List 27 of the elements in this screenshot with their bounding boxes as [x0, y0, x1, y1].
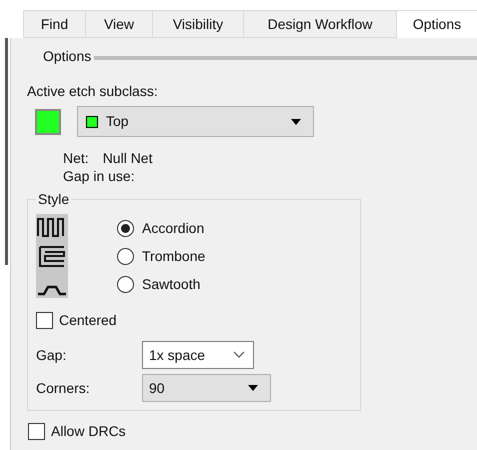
radio-button[interactable]: Trombone: [117, 246, 206, 266]
corners-dropdown[interactable]: 90: [142, 374, 271, 402]
tab[interactable]: Options: [396, 10, 477, 38]
checkbox[interactable]: Centered: [36, 310, 360, 331]
caret-icon: [291, 118, 301, 124]
trombone-icon: [36, 242, 68, 270]
color-swatch[interactable]: [35, 108, 61, 134]
field-label: Net:: [63, 149, 89, 167]
caret-icon: [248, 385, 258, 391]
subclass-dropdown[interactable]: Top: [77, 106, 314, 137]
field-value: Null Net: [102, 149, 152, 167]
chevron-icon: [233, 351, 245, 359]
radio-button[interactable]: Sawtooth: [117, 274, 200, 294]
tab[interactable]: Design Workflow: [243, 10, 396, 38]
radio-button[interactable]: Accordion: [117, 218, 204, 238]
gap-dropdown[interactable]: 1x space: [142, 341, 254, 369]
field-label: Active etch subclass:: [26, 82, 159, 101]
accordion-icon: [36, 214, 68, 242]
field-label: Corners:: [36, 378, 91, 398]
checkbox[interactable]: Allow DRCs: [28, 421, 477, 442]
sawtooth-icon: [36, 270, 68, 298]
field-label: Gap:: [36, 346, 68, 365]
field-label: Gap in use:: [62, 167, 136, 185]
tab[interactable]: Visibility: [152, 10, 243, 38]
section-title: Options: [43, 47, 92, 66]
tab[interactable]: Find: [23, 10, 85, 38]
tab[interactable]: View: [85, 10, 152, 38]
